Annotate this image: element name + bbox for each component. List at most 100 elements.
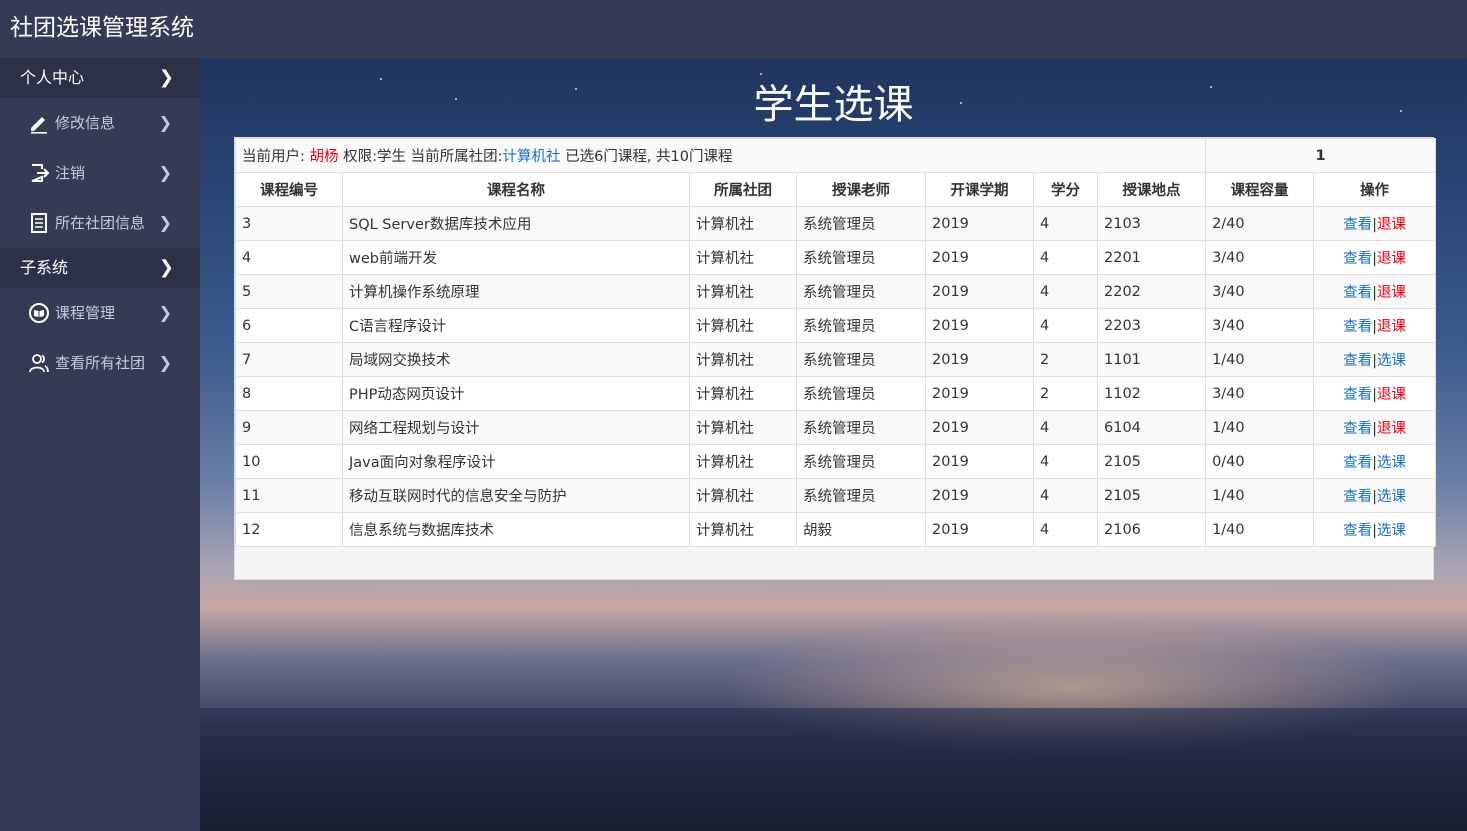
page-number: 1 [1205, 138, 1437, 173]
drop-course-link[interactable]: 退课 [1377, 421, 1406, 437]
sidebar-section-personal[interactable]: 个人中心 ❯ [0, 58, 200, 98]
column-header: 课程编号 [235, 172, 343, 207]
course-actions: 查看|退课 [1313, 308, 1437, 343]
course-actions: 查看|选课 [1313, 478, 1437, 513]
course-location: 6104 [1096, 410, 1207, 445]
course-id: 4 [235, 240, 343, 275]
table-row: 11 移动互联网时代的信息安全与防护 计算机社 系统管理员 2019 4 2105 1/40 查… [235, 478, 1437, 513]
course-name: Java面向对象程序设计 [342, 444, 690, 479]
select-course-link[interactable]: 选课 [1377, 489, 1406, 505]
view-course-link[interactable]: 查看 [1343, 523, 1372, 539]
sidebar: 个人中心 ❯ 修改信息 ❯ 注销 ❯ 所在社团信息 ❯ 子系统 ❯ 课程管理 ❯… [0, 58, 200, 831]
course-name: PHP动态网页设计 [342, 376, 690, 411]
view-course-link[interactable]: 查看 [1343, 217, 1372, 233]
select-course-link[interactable]: 选课 [1377, 523, 1406, 539]
view-course-link[interactable]: 查看 [1343, 421, 1372, 437]
table-row: 10 Java面向对象程序设计 计算机社 系统管理员 2019 4 2105 0/40 查看|选… [235, 444, 1437, 479]
course-teacher: 系统管理员 [796, 342, 926, 377]
course-credit: 4 [1033, 308, 1098, 343]
column-header: 学分 [1033, 172, 1098, 207]
drop-course-link[interactable]: 退课 [1377, 285, 1406, 301]
chevron-right-icon: ❯ [158, 163, 172, 182]
course-id: 7 [235, 342, 343, 377]
view-course-link[interactable]: 查看 [1343, 387, 1372, 403]
column-header: 操作 [1313, 172, 1437, 207]
course-club: 计算机社 [689, 410, 797, 445]
drop-course-link[interactable]: 退课 [1377, 251, 1406, 267]
view-course-link[interactable]: 查看 [1343, 489, 1372, 505]
course-teacher: 系统管理员 [796, 308, 926, 343]
view-course-link[interactable]: 查看 [1343, 251, 1372, 267]
select-course-link[interactable]: 选课 [1377, 353, 1406, 369]
course-club: 计算机社 [689, 342, 797, 377]
sidebar-item-logout[interactable]: 注销 ❯ [0, 148, 200, 198]
table-row: 9 网络工程规划与设计 计算机社 系统管理员 2019 4 6104 1/40 查看|退课 [235, 410, 1437, 445]
course-table: 当前用户: 胡杨 权限:学生 当前所属社团:计算机社 已选6门课程, 共10门课… [234, 138, 1437, 547]
course-credit: 4 [1033, 274, 1098, 309]
course-teacher: 系统管理员 [796, 410, 926, 445]
view-course-link[interactable]: 查看 [1343, 455, 1372, 471]
document-icon [31, 213, 47, 233]
sidebar-item-label: 修改信息 [55, 114, 116, 132]
view-course-link[interactable]: 查看 [1343, 319, 1372, 335]
course-term: 2019 [925, 478, 1034, 513]
sidebar-item-edit-info[interactable]: 修改信息 ❯ [0, 98, 200, 148]
course-club: 计算机社 [689, 308, 797, 343]
logout-icon [31, 164, 50, 182]
course-teacher: 系统管理员 [796, 240, 926, 275]
course-teacher: 胡毅 [796, 512, 926, 547]
sidebar-section-label: 个人中心 [20, 68, 85, 87]
column-header: 授课地点 [1096, 172, 1207, 207]
column-header: 课程名称 [342, 172, 690, 207]
user-label: 当前用户: [242, 149, 310, 165]
course-club: 计算机社 [689, 376, 797, 411]
sidebar-item-all-clubs[interactable]: 查看所有社团 ❯ [0, 338, 200, 388]
course-actions: 查看|选课 [1313, 342, 1437, 377]
edit-icon [31, 117, 47, 134]
course-term: 2019 [925, 342, 1034, 377]
chevron-right-icon: ❯ [158, 113, 172, 132]
book-icon [29, 303, 49, 323]
course-capacity: 3/40 [1205, 376, 1315, 411]
course-credit: 4 [1033, 444, 1098, 479]
course-credit: 4 [1033, 478, 1098, 513]
sidebar-item-club-info[interactable]: 所在社团信息 ❯ [0, 198, 200, 248]
drop-course-link[interactable]: 退课 [1377, 387, 1406, 403]
course-term: 2019 [925, 512, 1034, 547]
table-row: 7 局域网交换技术 计算机社 系统管理员 2019 2 1101 1/40 查看|选课 [235, 342, 1437, 377]
course-term: 2019 [925, 308, 1034, 343]
sidebar-section-subsystem[interactable]: 子系统 ❯ [0, 248, 200, 288]
course-actions: 查看|退课 [1313, 206, 1437, 241]
table-row: 3 SQL Server数据库技术应用 计算机社 系统管理员 2019 4 2103 2/40… [235, 206, 1437, 241]
page-title: 学生选课 [753, 82, 914, 128]
course-id: 5 [235, 274, 343, 309]
course-capacity: 3/40 [1205, 274, 1315, 309]
course-credit: 4 [1033, 206, 1098, 241]
course-name: 移动互联网时代的信息安全与防护 [342, 478, 690, 513]
table-body: 3 SQL Server数据库技术应用 计算机社 系统管理员 2019 4 2103 2/40… [235, 206, 1437, 547]
drop-course-link[interactable]: 退课 [1377, 319, 1406, 335]
sidebar-item-label: 查看所有社团 [55, 354, 146, 372]
course-term: 2019 [925, 444, 1034, 479]
course-capacity: 1/40 [1205, 512, 1315, 547]
table-header-row: 课程编号 课程名称 所属社团 授课老师 开课学期 学分 授课地点 课程容量 操作 [235, 172, 1437, 207]
app-title: 社团选课管理系统 [10, 15, 194, 41]
course-name: web前端开发 [342, 240, 690, 275]
view-course-link[interactable]: 查看 [1343, 285, 1372, 301]
course-club: 计算机社 [689, 240, 797, 275]
view-course-link[interactable]: 查看 [1343, 353, 1372, 369]
select-course-link[interactable]: 选课 [1377, 455, 1406, 471]
table-row: 6 C语言程序设计 计算机社 系统管理员 2019 4 2203 3/40 查看|退课 [235, 308, 1437, 343]
background-sea [200, 708, 1467, 831]
course-id: 8 [235, 376, 343, 411]
drop-course-link[interactable]: 退课 [1377, 217, 1406, 233]
course-actions: 查看|退课 [1313, 376, 1437, 411]
table-row: 8 PHP动态网页设计 计算机社 系统管理员 2019 2 1102 3/40 查看|退课 [235, 376, 1437, 411]
course-id: 10 [235, 444, 343, 479]
course-capacity: 1/40 [1205, 410, 1315, 445]
course-credit: 4 [1033, 410, 1098, 445]
course-location: 1102 [1096, 376, 1207, 411]
course-name: SQL Server数据库技术应用 [342, 206, 690, 241]
background-star [760, 73, 762, 75]
sidebar-item-course-management[interactable]: 课程管理 ❯ [0, 288, 200, 338]
